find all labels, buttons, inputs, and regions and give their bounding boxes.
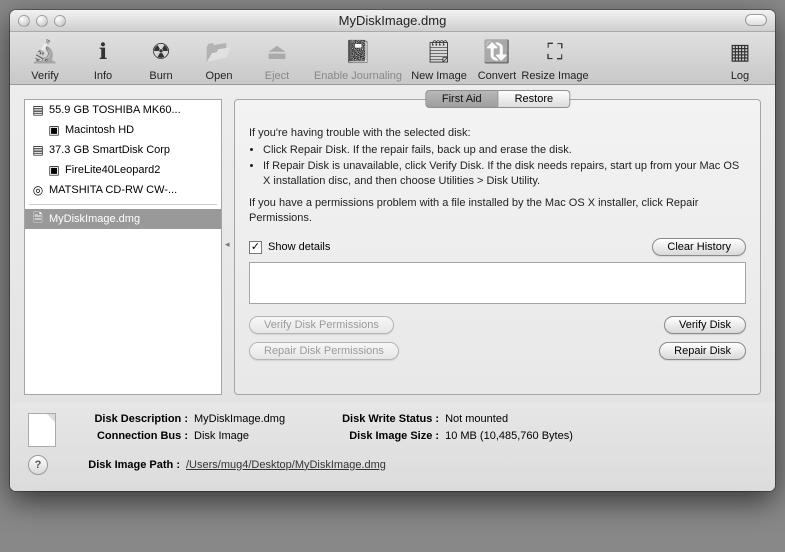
verify-permissions-button[interactable]: Verify Disk Permissions (249, 316, 394, 334)
clear-history-button[interactable]: Clear History (652, 238, 746, 256)
toolbar-toggle-button[interactable] (745, 14, 767, 26)
convert-tool-label: Convert (478, 70, 517, 82)
titlebar: MyDiskImage.dmg (10, 10, 775, 32)
show-details-checkbox[interactable]: ✓ (249, 241, 262, 254)
disk-matshita-label: MATSHITA CD-RW CW-... (49, 184, 177, 196)
resize-image-tool-label: Resize Image (521, 70, 588, 82)
burn-tool-label: Burn (149, 70, 172, 82)
write-key: Disk Write Status : (321, 411, 439, 428)
new-image-tool-icon: 🗒 (423, 36, 455, 68)
volume-macintosh-hd-icon: ▣ (47, 123, 61, 137)
verify-tool-label: Verify (31, 70, 59, 82)
main-panel: First Aid Restore If you're having troub… (234, 99, 761, 395)
help-button[interactable]: ? (28, 455, 48, 475)
disk-toshiba-label: 55.9 GB TOSHIBA MK60... (49, 104, 181, 116)
size-key: Disk Image Size : (321, 428, 439, 445)
volume-macintosh-hd[interactable]: ▣ Macintosh HD (25, 120, 221, 140)
help-permissions: If you have a permissions problem with a… (249, 196, 746, 227)
zoom-button[interactable] (54, 15, 66, 27)
log-output[interactable] (249, 262, 746, 304)
convert-tool-icon: 🔃 (481, 36, 513, 68)
resize-image-tool-icon: ⛶ (539, 36, 571, 68)
tab-first-aid[interactable]: First Aid (425, 90, 499, 108)
verify-tool[interactable]: 🔬 Verify (18, 36, 72, 82)
resize-image-tool[interactable]: ⛶Resize Image (528, 36, 582, 82)
image-mydiskimage-label: MyDiskImage.dmg (49, 213, 140, 225)
desc-value: MyDiskImage.dmg (194, 411, 285, 428)
repair-disk-button[interactable]: Repair Disk (659, 342, 746, 360)
disk-matshita-icon: ◎ (31, 183, 45, 197)
bus-key: Connection Bus : (70, 428, 188, 445)
sidebar-divider (29, 204, 217, 205)
volume-macintosh-hd-label: Macintosh HD (65, 124, 134, 136)
help-intro: If you're having trouble with the select… (249, 126, 746, 141)
disk-image-icon (28, 413, 56, 447)
disk-utility-window: MyDiskImage.dmg 🔬 Verify ℹ︎ Info ☢︎ Burn 📂 Open… (10, 10, 775, 491)
log-icon: ▦ (724, 36, 756, 68)
verify-disk-button[interactable]: Verify Disk (664, 316, 746, 334)
new-image-tool[interactable]: 🗒 New Image (412, 36, 466, 82)
eject-tool-icon: ⏏︎ (261, 36, 293, 68)
enable-journaling-tool-icon: 📓 (342, 36, 374, 68)
desc-key: Disk Description : (70, 411, 188, 428)
new-image-tool-label: New Image (411, 70, 467, 82)
info-area: Disk Description : MyDiskImage.dmg Connec… (10, 403, 775, 491)
first-aid-help: If you're having trouble with the select… (249, 126, 746, 226)
size-value: 10 MB (10,485,760 Bytes) (445, 428, 573, 445)
window-title: MyDiskImage.dmg (10, 13, 775, 28)
open-tool-label: Open (206, 70, 233, 82)
show-details-label: Show details (268, 241, 330, 253)
log-label: Log (731, 70, 749, 82)
disk-toshiba-icon: ▤ (31, 103, 45, 117)
content-area: ▤ 55.9 GB TOSHIBA MK60... ▣ Macintosh HD ▤ 37… (10, 85, 775, 403)
path-key: Disk Image Path : (62, 457, 180, 474)
help-bullet-1: Click Repair Disk. If the repair fails, … (263, 143, 746, 158)
disk-sidebar[interactable]: ▤ 55.9 GB TOSHIBA MK60... ▣ Macintosh HD ▤ 37… (24, 99, 222, 395)
bus-value: Disk Image (194, 428, 249, 445)
write-value: Not mounted (445, 411, 508, 428)
disk-smartdisk[interactable]: ▤ 37.3 GB SmartDisk Corp (25, 140, 221, 160)
info-tool-label: Info (94, 70, 112, 82)
burn-tool-icon: ☢︎ (145, 36, 177, 68)
volume-firelite[interactable]: ▣ FireLite40Leopard2 (25, 160, 221, 180)
repair-permissions-button[interactable]: Repair Disk Permissions (249, 342, 399, 360)
disk-smartdisk-label: 37.3 GB SmartDisk Corp (49, 144, 170, 156)
verify-tool-icon: 🔬 (29, 36, 61, 68)
volume-firelite-icon: ▣ (47, 163, 61, 177)
minimize-button[interactable] (36, 15, 48, 27)
disk-smartdisk-icon: ▤ (31, 143, 45, 157)
toolbar: 🔬 Verify ℹ︎ Info ☢︎ Burn 📂 Open ⏏︎ Eject 📓 Enable J… (10, 32, 775, 85)
path-value[interactable]: /Users/mug4/Desktop/MyDiskImage.dmg (186, 457, 386, 474)
image-mydiskimage[interactable]: 🗎 MyDiskImage.dmg (25, 209, 221, 229)
traffic-lights (10, 15, 66, 27)
open-tool-icon: 📂 (203, 36, 235, 68)
log-tool[interactable]: ▦ Log (713, 36, 767, 82)
image-mydiskimage-icon: 🗎 (31, 212, 45, 226)
tab-bar: First Aid Restore (425, 90, 570, 108)
enable-journaling-tool[interactable]: 📓 Enable Journaling (308, 36, 408, 82)
info-tool-icon: ℹ︎ (87, 36, 119, 68)
eject-tool-label: Eject (265, 70, 289, 82)
volume-firelite-label: FireLite40Leopard2 (65, 164, 160, 176)
open-tool[interactable]: 📂 Open (192, 36, 246, 82)
disk-toshiba[interactable]: ▤ 55.9 GB TOSHIBA MK60... (25, 100, 221, 120)
help-bullet-2: If Repair Disk is unavailable, click Ver… (263, 159, 746, 190)
eject-tool[interactable]: ⏏︎ Eject (250, 36, 304, 82)
tab-restore[interactable]: Restore (499, 90, 571, 108)
enable-journaling-tool-label: Enable Journaling (314, 70, 402, 82)
disk-matshita[interactable]: ◎ MATSHITA CD-RW CW-... (25, 180, 221, 200)
close-button[interactable] (18, 15, 30, 27)
info-tool[interactable]: ℹ︎ Info (76, 36, 130, 82)
burn-tool[interactable]: ☢︎ Burn (134, 36, 188, 82)
convert-tool[interactable]: 🔃 Convert (470, 36, 524, 82)
